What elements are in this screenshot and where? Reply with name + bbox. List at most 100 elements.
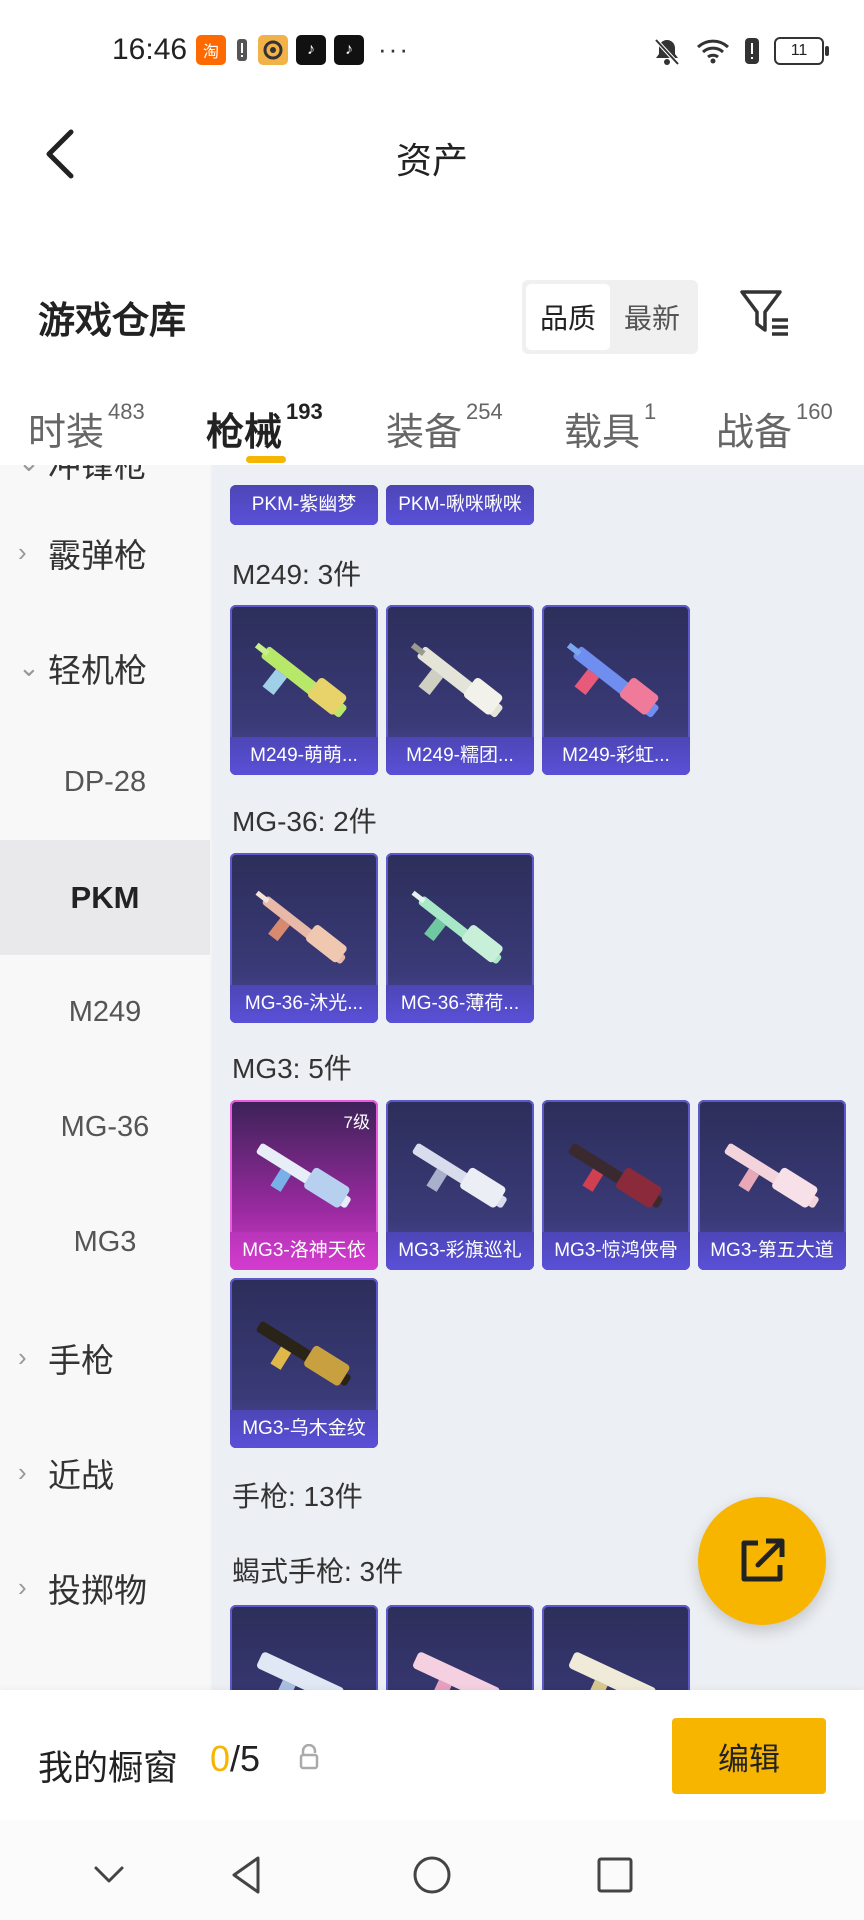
item-card[interactable]: 7级 MG3-洛神天依 xyxy=(230,1100,378,1270)
gun-image xyxy=(410,642,503,718)
sidebar-item-pistol[interactable]: › 手枪 xyxy=(0,1300,210,1415)
sidebar-item-lmg[interactable]: ⌄ 轻机枪 xyxy=(0,610,210,725)
item-name: MG-36-薄荷... xyxy=(386,985,534,1023)
filter-button[interactable] xyxy=(736,284,792,340)
section-title: 手枪: 13件 xyxy=(232,1481,363,1512)
showcase-title: 我的橱窗 xyxy=(38,1749,179,1788)
gun-image xyxy=(254,642,347,718)
gun-image xyxy=(568,1143,663,1208)
status-time: 16:46 xyxy=(112,33,188,66)
gun-image xyxy=(257,1652,344,1690)
app-icon xyxy=(258,34,288,65)
back-triangle-icon[interactable] xyxy=(222,1850,272,1900)
item-card[interactable] xyxy=(230,1605,378,1690)
warehouse-title: 游戏仓库 xyxy=(38,300,186,341)
tiktok-icon: ♪ xyxy=(296,34,326,65)
tab-outfits[interactable]: 时装483 xyxy=(28,399,145,456)
sort-toggle: 品质 最新 xyxy=(522,280,699,354)
chevron-right-icon: › xyxy=(18,1572,27,1602)
item-name: MG-36-沐光... xyxy=(230,985,378,1023)
item-name: MG3-惊鸿侠骨 xyxy=(542,1232,690,1270)
page-title: 资产 xyxy=(395,140,468,181)
item-name: M249-糯团... xyxy=(386,737,534,775)
system-nav-bar xyxy=(0,1820,864,1920)
item-card[interactable] xyxy=(542,1605,690,1690)
system-indicators: 11 xyxy=(652,36,829,66)
item-card[interactable]: M249-彩虹... xyxy=(542,605,690,775)
item-card[interactable]: M249-糯团... xyxy=(386,605,534,775)
section-title: MG-36: 2件 xyxy=(232,806,377,837)
sidebar-item-melee[interactable]: › 近战 xyxy=(0,1415,210,1530)
alert-icon xyxy=(745,38,759,64)
battery-icon: 11 xyxy=(774,37,829,65)
filter-icon xyxy=(740,290,788,336)
item-card[interactable]: MG-36-沐光... xyxy=(230,853,378,1023)
item-card[interactable]: MG3-惊鸿侠骨 xyxy=(542,1100,690,1270)
gun-image xyxy=(569,1652,656,1690)
sidebar-sub-mg36[interactable]: MG-36 xyxy=(0,1070,210,1185)
chevron-right-icon: › xyxy=(18,1342,27,1372)
home-circle-icon[interactable] xyxy=(407,1850,457,1900)
item-card[interactable]: MG-36-薄荷... xyxy=(386,853,534,1023)
tab-vehicles[interactable]: 载具1 xyxy=(564,399,656,456)
section-title: 蝎式手枪: 3件 xyxy=(232,1556,404,1587)
share-icon xyxy=(741,1538,785,1582)
sidebar-sub-mg3[interactable]: MG3 xyxy=(0,1185,210,1300)
item-card[interactable]: MG3-乌木金纹 xyxy=(230,1278,378,1448)
item-name: PKM-紫幽梦 xyxy=(230,485,378,525)
chevron-down-icon: ⌄ xyxy=(18,465,40,478)
edit-button[interactable]: 编辑 xyxy=(672,1718,826,1794)
sidebar-item-shotgun[interactable]: › 霰弹枪 xyxy=(0,495,210,610)
item-card[interactable] xyxy=(386,1605,534,1690)
tab-equipment[interactable]: 装备254 xyxy=(386,399,503,456)
category-tabs: 时装483 枪械193 装备254 载具1 战备160 xyxy=(0,365,864,465)
chevron-down-icon: ⌄ xyxy=(18,652,40,682)
item-card[interactable]: M249-萌萌... xyxy=(230,605,378,775)
tiktok-icon: ♪ xyxy=(334,34,364,65)
item-name: PKM-啾咪啾咪 xyxy=(386,485,534,525)
category-sidebar: ⌄ 冲锋枪 › 霰弹枪 ⌄ 轻机枪 DP-28 PKM M249 MG-36 M… xyxy=(0,465,210,1690)
sidebar-item-throwable[interactable]: › 投掷物 xyxy=(0,1530,210,1645)
warehouse-header: 游戏仓库 品质 最新 xyxy=(0,210,864,365)
item-name: MG3-洛神天依 xyxy=(230,1232,378,1270)
share-fab-button[interactable] xyxy=(698,1497,826,1625)
mute-icon xyxy=(654,38,680,66)
showcase-bar: 我的橱窗 0/5 编辑 xyxy=(0,1690,864,1820)
more-icon: ··· xyxy=(378,34,410,64)
gun-image xyxy=(256,1321,351,1386)
tab-supplies[interactable]: 战备160 xyxy=(716,399,833,456)
section-title: M249: 3件 xyxy=(232,559,362,590)
recents-square-icon[interactable] xyxy=(590,1850,640,1900)
item-name: MG3-乌木金纹 xyxy=(230,1410,378,1448)
gun-image xyxy=(566,642,659,718)
gun-image xyxy=(412,1143,507,1208)
alert-icon xyxy=(234,34,250,65)
collapse-down-icon[interactable] xyxy=(84,1850,134,1900)
chevron-right-icon: › xyxy=(18,537,27,567)
gun-image xyxy=(724,1143,819,1208)
item-name: MG3-第五大道 xyxy=(698,1232,846,1270)
status-bar: 16:46 淘 ♪ ♪ ··· 11 xyxy=(0,0,864,100)
gun-image xyxy=(413,1652,500,1690)
gun-image xyxy=(256,1143,351,1208)
item-card[interactable]: PKM-紫幽梦 xyxy=(230,485,378,525)
sidebar-sub-m249[interactable]: M249 xyxy=(0,955,210,1070)
wifi-icon xyxy=(696,39,730,64)
sort-quality-button[interactable]: 品质 xyxy=(526,284,611,350)
item-name: MG3-彩旗巡礼 xyxy=(386,1232,534,1270)
item-card[interactable]: MG3-彩旗巡礼 xyxy=(386,1100,534,1270)
item-name: M249-萌萌... xyxy=(230,737,378,775)
lock-icon xyxy=(299,1744,319,1770)
notification-icons: 淘 ♪ ♪ ··· xyxy=(196,34,410,65)
sidebar-sub-dp28[interactable]: DP-28 xyxy=(0,725,210,840)
item-name: M249-彩虹... xyxy=(542,737,690,775)
sidebar-sub-pkm[interactable]: PKM xyxy=(0,840,210,955)
sort-newest-button[interactable]: 最新 xyxy=(610,284,694,350)
gun-image xyxy=(411,890,503,964)
taobao-icon: 淘 xyxy=(196,34,226,65)
nav-bar: 资产 xyxy=(0,100,864,210)
active-tab-indicator xyxy=(246,456,286,463)
item-card[interactable]: PKM-啾咪啾咪 xyxy=(386,485,534,525)
item-card[interactable]: MG3-第五大道 xyxy=(698,1100,846,1270)
tab-guns[interactable]: 枪械193 xyxy=(206,399,323,456)
